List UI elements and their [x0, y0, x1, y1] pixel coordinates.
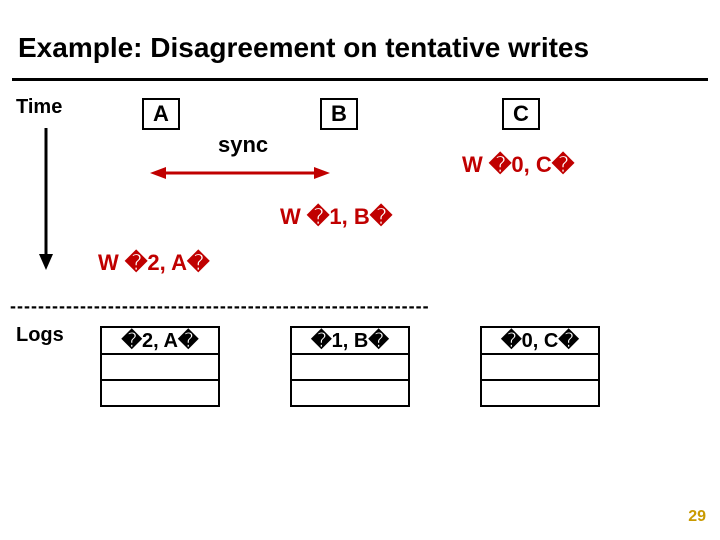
horizontal-rule [12, 78, 708, 81]
sync-label: sync [218, 132, 268, 158]
table-row [481, 380, 599, 406]
log-table-a: �2, A� [100, 326, 220, 407]
table-row [101, 380, 219, 406]
log-table-c: �0, C� [480, 326, 600, 407]
slide: Example: Disagreement on tentative write… [0, 0, 720, 540]
table-row [291, 354, 409, 380]
node-box-c: C [502, 98, 540, 130]
log-entry-empty [291, 380, 409, 406]
log-entry: �1, B� [291, 327, 409, 354]
log-entry: �2, A� [101, 327, 219, 354]
write-event-b: W �1, B� [280, 204, 392, 230]
table-row [481, 354, 599, 380]
table-row [291, 380, 409, 406]
divider-dashed: ----------------------------------------… [10, 296, 718, 317]
table-row [101, 354, 219, 380]
table-row: �0, C� [481, 327, 599, 354]
write-event-c: W �0, C� [462, 152, 574, 178]
table-row: �1, B� [291, 327, 409, 354]
table-row: �2, A� [101, 327, 219, 354]
log-entry-empty [101, 380, 219, 406]
time-label: Time [16, 96, 62, 119]
slide-title: Example: Disagreement on tentative write… [18, 32, 589, 64]
node-box-a: A [142, 98, 180, 130]
page-number: 29 [688, 508, 706, 526]
write-event-a: W �2, A� [98, 250, 210, 276]
log-entry-empty [481, 354, 599, 380]
node-box-b: B [320, 98, 358, 130]
log-entry-empty [481, 380, 599, 406]
arrow-down-icon [36, 126, 56, 272]
log-entry: �0, C� [481, 327, 599, 354]
log-table-b: �1, B� [290, 326, 410, 407]
log-entry-empty [101, 354, 219, 380]
arrow-left-right-icon [150, 164, 330, 182]
log-entry-empty [291, 354, 409, 380]
logs-label: Logs [16, 324, 64, 347]
